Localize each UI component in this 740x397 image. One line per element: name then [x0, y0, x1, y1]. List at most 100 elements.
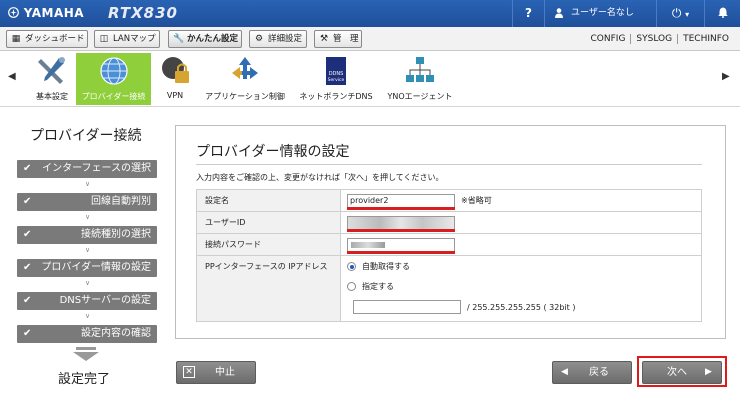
check-icon: ✔: [23, 163, 32, 174]
pp-ip-label: PPインターフェースの IPアドレス: [196, 255, 341, 322]
gear-icon: ⚙: [254, 34, 264, 44]
back-arrow-icon: ◀: [561, 367, 568, 377]
tools-icon: ⚒: [319, 34, 329, 44]
provider-connection-label: プロバイダー接続: [81, 92, 146, 101]
red-underline: [347, 207, 455, 210]
application-control-item[interactable]: アプリケーション制御: [200, 53, 290, 105]
radio-auto[interactable]: [347, 262, 356, 271]
vpn-label: VPN: [166, 91, 184, 100]
netvolante-dns-item[interactable]: DDNS Service ネットボランチDNS: [296, 53, 376, 105]
title-divider: [196, 164, 702, 165]
easy-setup-button[interactable]: 🔧 かんたん設定: [168, 30, 242, 48]
next-button-highlight: [637, 356, 727, 387]
model-name: RTX830: [108, 4, 178, 22]
dashboard-label: ダッシュボード: [25, 34, 85, 44]
check-icon: ✔: [23, 295, 32, 306]
brand-text: YAMAHA: [23, 6, 85, 20]
scroll-left-arrow-icon[interactable]: ◀: [8, 71, 16, 82]
password-input[interactable]: [347, 237, 455, 252]
user-id-cell: [340, 211, 702, 234]
step-label: DNSサーバーの設定: [59, 295, 151, 306]
big-down-arrow-icon: [73, 347, 99, 361]
radio-auto-label: 自動取得する: [362, 262, 410, 271]
lanmap-button[interactable]: ◫ LANマップ: [94, 30, 160, 48]
ip-address-input[interactable]: [353, 300, 461, 314]
basic-settings-item[interactable]: 基本設定: [30, 53, 74, 105]
syslog-link[interactable]: SYSLOG: [630, 34, 678, 44]
back-button[interactable]: ◀ 戻る: [552, 361, 632, 384]
setting-name-label: 設定名: [196, 189, 341, 212]
lanmap-icon: ◫: [99, 34, 109, 44]
wrench-user-icon: 🔧: [173, 34, 185, 44]
help-button[interactable]: ?: [512, 0, 544, 27]
pp-ip-cell: 自動取得する 指定する / 255.255.255.255 ( 32bit ): [340, 255, 702, 322]
notification-bell-icon[interactable]: [704, 0, 740, 27]
cancel-button[interactable]: ✕ 中止: [176, 361, 256, 384]
table-row: 接続パスワード: [196, 233, 702, 256]
management-button[interactable]: ⚒ 管 理: [314, 30, 362, 48]
top-header: YAMAHA RTX830 ? ユーザー名なし ⏻ ▾: [0, 0, 740, 27]
power-menu[interactable]: ⏻ ▾: [656, 0, 704, 27]
wizard-steps: プロバイダー接続 ✔ インターフェースの選択 ∨ ✔ 回線自動判別 ∨ ✔ 接続種別の…: [0, 107, 175, 397]
techinfo-link[interactable]: TECHINFO: [677, 34, 734, 44]
step-label: 設定内容の確認: [81, 328, 151, 339]
dashboard-button[interactable]: ▦ ダッシュボード: [6, 30, 88, 48]
config-link[interactable]: CONFIG: [586, 34, 631, 44]
provider-info-panel: プロバイダー情報の設定 入力内容をご確認の上、変更がなければ「次へ」を押してくだ…: [175, 125, 726, 339]
setting-name-cell: provider2 ※省略可: [340, 189, 702, 212]
application-control-label: アプリケーション制御: [205, 92, 285, 101]
tools-icon: [38, 57, 65, 84]
scroll-right-arrow-icon[interactable]: ▶: [722, 71, 730, 82]
yno-agent-item[interactable]: YNOエージェント: [384, 53, 456, 105]
setting-name-input[interactable]: provider2: [347, 193, 455, 208]
svg-text:Service: Service: [328, 77, 345, 83]
settings-table: 設定名 provider2 ※省略可 ユーザーID 接続パスワード PPインターフ…: [196, 189, 702, 322]
user-menu[interactable]: ユーザー名なし: [544, 0, 656, 27]
management-label: 管 理: [333, 34, 359, 44]
yno-agent-label: YNOエージェント: [387, 92, 453, 101]
provider-connection-item[interactable]: プロバイダー接続: [76, 53, 151, 105]
main-menu-bar: ▦ ダッシュボード ◫ LANマップ 🔧 かんたん設定 ⚙ 詳細設定 ⚒ 管 理…: [0, 27, 740, 51]
power-icon: ⏻: [671, 6, 682, 20]
globe-icon: [99, 57, 128, 85]
svg-text:DDNS: DDNS: [329, 71, 344, 77]
wizard-title: プロバイダー接続: [30, 128, 142, 144]
step-label: プロバイダー情報の設定: [41, 262, 151, 273]
table-row: 設定名 provider2 ※省略可: [196, 189, 702, 212]
yamaha-emblem-icon: [8, 7, 19, 18]
radio-auto-row: 自動取得する: [347, 260, 701, 280]
step-label: 回線自動判別: [91, 196, 151, 207]
step-line-detect: ✔ 回線自動判別: [17, 193, 157, 211]
cancel-label: 中止: [215, 367, 235, 378]
password-cell: [340, 233, 702, 256]
down-chevron-icon: ∨: [85, 279, 91, 287]
check-icon: ✔: [23, 229, 32, 240]
panel-title: プロバイダー情報の設定: [196, 144, 350, 160]
cancel-x-icon: ✕: [183, 366, 195, 378]
mask-suffix: / 255.255.255.255 ( 32bit ): [467, 302, 576, 312]
ip-input-row: / 255.255.255.255 ( 32bit ): [347, 300, 701, 318]
vpn-lock-icon: [162, 57, 189, 83]
vpn-item[interactable]: VPN: [156, 53, 194, 105]
password-label: 接続パスワード: [196, 233, 341, 256]
table-row: ユーザーID: [196, 211, 702, 234]
step-label: インターフェースの選択: [42, 163, 151, 174]
panel-description: 入力内容をご確認の上、変更がなければ「次へ」を押してください。: [196, 173, 444, 182]
ddns-service-icon: DDNSService: [326, 57, 346, 85]
red-underline: [347, 251, 455, 254]
radio-manual[interactable]: [347, 282, 356, 291]
lanmap-label: LANマップ: [113, 34, 156, 44]
check-icon: ✔: [23, 328, 32, 339]
step-connection-type: ✔ 接続種別の選択: [17, 226, 157, 244]
step-interface-select: ✔ インターフェースの選択: [17, 160, 157, 178]
advanced-settings-button[interactable]: ⚙ 詳細設定: [249, 30, 307, 48]
setup-complete-label: 設定完了: [58, 372, 111, 387]
step-dns-server: ✔ DNSサーバーの設定: [17, 292, 157, 310]
user-id-input[interactable]: [347, 215, 455, 230]
feature-icon-bar: ◀ 基本設定 プロバイダー接続 VPN アプリケーション制御 DDNS Servi…: [0, 51, 740, 107]
user-name-label: ユーザー名なし: [571, 8, 634, 18]
basic-settings-label: 基本設定: [36, 92, 68, 101]
dashboard-icon: ▦: [11, 34, 21, 44]
header-links: CONFIG SYSLOG TECHINFO: [586, 27, 734, 51]
network-agent-icon: [406, 57, 434, 82]
